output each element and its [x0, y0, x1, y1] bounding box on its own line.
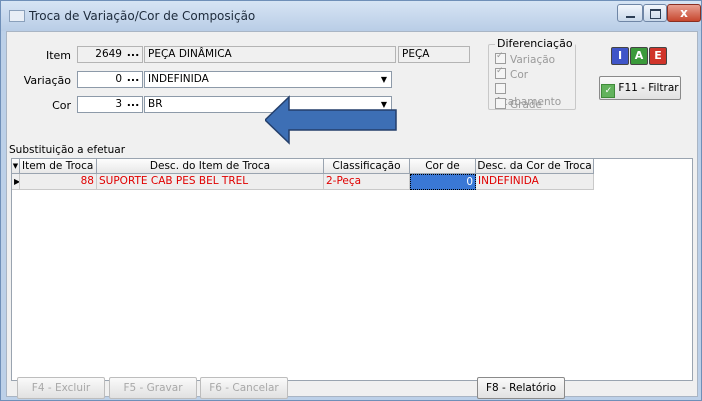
window-title: Troca de Variação/Cor de Composição: [29, 9, 256, 23]
cor-selected-value: BR: [148, 98, 163, 110]
filter-button[interactable]: ✓ F11 - Filtrar: [599, 76, 681, 100]
cor-code-field[interactable]: 3 ...: [77, 96, 143, 113]
col-desc-cor[interactable]: Desc. da Cor de Troca: [476, 159, 594, 174]
checkbox-icon: [495, 98, 506, 109]
cell-desc-cor[interactable]: INDEFINIDA: [476, 174, 594, 190]
excluir-button-label: F4 - Excluir: [31, 382, 91, 394]
variacao-code-value: 0: [115, 73, 122, 85]
cancelar-button-label: F6 - Cancelar: [209, 382, 279, 394]
cor-checkbox[interactable]: Cor: [495, 66, 529, 81]
col-desc-item[interactable]: Desc. do Item de Troca: [97, 159, 324, 174]
item-code-value: 2649: [95, 48, 122, 60]
substitution-table: ▼ Item de Troca Desc. do Item de Troca C…: [11, 158, 693, 381]
checkbox-icon: [495, 83, 506, 94]
sort-indicator-icon: ▼: [12, 159, 20, 174]
variacao-label: Variação: [23, 74, 71, 87]
variacao-checkbox[interactable]: Variação: [495, 51, 556, 66]
variacao-select[interactable]: INDEFINIDA ▼: [144, 71, 392, 88]
diferenciacao-group: Diferenciação Variação Cor Acabamento Gr…: [488, 37, 576, 111]
alter-button[interactable]: A: [630, 47, 648, 65]
exclude-button[interactable]: E: [649, 47, 667, 65]
item-lookup-button[interactable]: ...: [125, 47, 141, 62]
relatorio-button[interactable]: F8 - Relatório: [477, 377, 565, 399]
cor-lookup-button[interactable]: ...: [125, 97, 141, 112]
main-window: Troca de Variação/Cor de Composição x It…: [0, 0, 702, 401]
include-button[interactable]: I: [611, 47, 629, 65]
grade-checkbox[interactable]: Grade: [495, 98, 542, 111]
item-code-field[interactable]: 2649 ...: [77, 46, 143, 63]
col-item-troca[interactable]: Item de Troca: [20, 159, 97, 174]
close-button[interactable]: x: [667, 4, 701, 22]
cell-desc[interactable]: SUPORTE CAB PES BEL TREL: [97, 174, 324, 190]
cor-label: Cor: [52, 99, 71, 112]
cor-checkbox-label: Cor: [510, 69, 529, 81]
item-description-field: PEÇA DINÂMICA: [144, 46, 396, 63]
cell-item[interactable]: 88: [20, 174, 97, 190]
variacao-checkbox-label: Variação: [510, 54, 556, 66]
excluir-button[interactable]: F4 - Excluir: [17, 377, 105, 399]
section-title: Substituição a efetuar: [9, 144, 126, 156]
cancelar-button[interactable]: F6 - Cancelar: [200, 377, 288, 399]
cell-classificacao[interactable]: 2-Peça: [324, 174, 410, 190]
checkbox-icon: [495, 51, 506, 64]
row-indicator-icon: ▶: [12, 174, 20, 190]
variacao-code-field[interactable]: 0 ...: [77, 71, 143, 88]
client-area: Item 2649 ... PEÇA DINÂMICA PEÇA Variaçã…: [6, 31, 698, 399]
item-type-field: PEÇA: [398, 46, 470, 63]
minimize-button[interactable]: [617, 4, 643, 22]
window-icon: [9, 10, 25, 22]
variacao-selected-value: INDEFINIDA: [148, 73, 209, 85]
checkbox-icon: [495, 66, 506, 79]
filter-button-label: F11 - Filtrar: [618, 82, 679, 94]
chevron-down-icon[interactable]: ▼: [377, 72, 391, 87]
diferenciacao-title: Diferenciação: [495, 37, 575, 50]
gravar-button[interactable]: F5 - Gravar: [109, 377, 197, 399]
title-bar: Troca de Variação/Cor de Composição x: [1, 1, 701, 31]
check-icon: ✓: [601, 84, 616, 98]
grade-checkbox-label: Grade: [510, 99, 543, 111]
item-label: Item: [45, 49, 71, 62]
relatorio-button-label: F8 - Relatório: [485, 382, 557, 394]
cor-code-value: 3: [115, 98, 122, 110]
variacao-lookup-button[interactable]: ...: [125, 72, 141, 87]
col-cor-troca[interactable]: Cor de Troca: [410, 159, 476, 186]
gravar-button-label: F5 - Gravar: [123, 382, 183, 394]
maximize-button[interactable]: [643, 4, 667, 22]
annotation-arrow: [265, 95, 397, 145]
cell-cor[interactable]: 0: [410, 174, 476, 190]
col-classificacao[interactable]: Classificação: [324, 159, 410, 174]
close-icon: x: [680, 6, 688, 20]
